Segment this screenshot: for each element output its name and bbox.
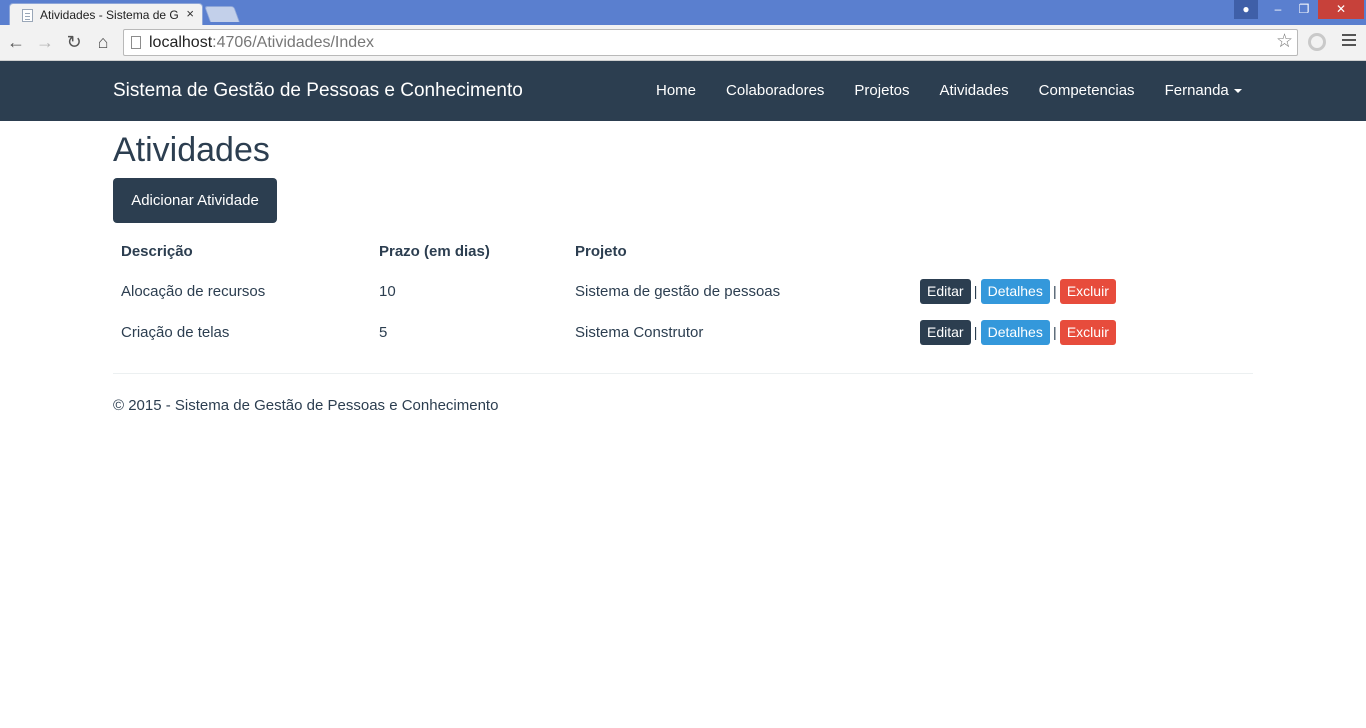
browser-tab[interactable]: Atividades - Sistema de G × xyxy=(9,3,203,25)
footer-text: © 2015 - Sistema de Gestão de Pessoas e … xyxy=(113,397,499,414)
restore-icon[interactable]: ❐ xyxy=(1292,0,1316,19)
details-button[interactable]: Detalhes xyxy=(980,320,1050,345)
back-arrow-icon[interactable]: ← xyxy=(6,32,26,52)
cell-actions: Editar | Detalhes | Excluir xyxy=(912,312,1253,353)
profile-icon[interactable]: ● xyxy=(1234,0,1258,19)
cell-prazo: 5 xyxy=(379,324,388,341)
bookmark-star-icon[interactable]: ☆ xyxy=(1276,31,1293,53)
extension-icon[interactable] xyxy=(1308,33,1326,51)
site-navbar: Sistema de Gestão de Pessoas e Conhecime… xyxy=(0,61,1366,121)
nav-item-colaboradores[interactable]: Colaboradores xyxy=(711,61,839,121)
close-window-icon[interactable]: ✕ xyxy=(1318,0,1364,19)
action-separator: | xyxy=(1053,283,1057,299)
user-dropdown[interactable]: Fernanda xyxy=(1150,61,1257,121)
forward-arrow-icon[interactable]: → xyxy=(35,32,55,52)
table-header-row: Descrição Prazo (em dias) Projeto xyxy=(113,231,1253,271)
cell-projeto: Sistema Construtor xyxy=(575,324,704,341)
url-path: :4706/Atividades/Index xyxy=(212,34,375,51)
cell-prazo: 10 xyxy=(379,283,396,300)
delete-button[interactable]: Excluir xyxy=(1059,279,1116,304)
url-host: localhost xyxy=(149,34,213,51)
action-separator: | xyxy=(973,324,978,340)
reload-icon[interactable]: ↻ xyxy=(64,32,84,52)
browser-menu-icon[interactable] xyxy=(1342,34,1356,46)
details-button[interactable]: Detalhes xyxy=(980,279,1050,304)
tab-close-icon[interactable]: × xyxy=(186,6,194,22)
address-bar[interactable]: localhost:4706/Atividades/Index ☆ xyxy=(123,29,1298,56)
action-separator: | xyxy=(973,283,978,299)
browser-titlebar: Atividades - Sistema de G × ● – ❐ ✕ xyxy=(0,0,1366,25)
header-prazo: Prazo (em dias) xyxy=(379,242,490,260)
cell-descricao: Criação de telas xyxy=(121,324,230,341)
nav-menu: Home Colaboradores Projetos Atividades C… xyxy=(641,61,1257,121)
url-text[interactable]: localhost:4706/Atividades/Index xyxy=(149,34,374,52)
nav-item-home[interactable]: Home xyxy=(641,61,711,121)
cell-actions: Editar | Detalhes | Excluir xyxy=(912,271,1253,312)
table-row: Alocação de recursos 10 Sistema de gestã… xyxy=(113,271,1253,312)
minimize-icon[interactable]: – xyxy=(1266,0,1290,19)
action-separator: | xyxy=(1053,324,1057,340)
delete-button[interactable]: Excluir xyxy=(1059,320,1116,345)
edit-button[interactable]: Editar xyxy=(920,279,971,304)
new-tab-button[interactable] xyxy=(204,6,240,22)
caret-down-icon xyxy=(1233,89,1242,94)
nav-item-competencias[interactable]: Competencias xyxy=(1024,61,1150,121)
user-name: Fernanda xyxy=(1164,82,1229,99)
edit-button[interactable]: Editar xyxy=(920,320,971,345)
brand-link[interactable]: Sistema de Gestão de Pessoas e Conhecime… xyxy=(113,80,523,102)
add-activity-button[interactable]: Adicionar Atividade xyxy=(113,178,277,223)
nav-item-atividades[interactable]: Atividades xyxy=(924,61,1023,121)
footer-divider xyxy=(113,373,1253,374)
header-descricao: Descrição xyxy=(121,242,193,260)
page-icon xyxy=(131,36,141,49)
browser-toolbar: ← → ↻ ⌂ localhost:4706/Atividades/Index … xyxy=(0,25,1366,61)
cell-projeto: Sistema de gestão de pessoas xyxy=(575,283,781,300)
activities-table: Descrição Prazo (em dias) Projeto Alocaç… xyxy=(113,231,1253,353)
table-row: Criação de telas 5 Sistema Construtor Ed… xyxy=(113,312,1253,353)
home-icon[interactable]: ⌂ xyxy=(93,32,113,52)
nav-item-projetos[interactable]: Projetos xyxy=(839,61,924,121)
tab-title: Atividades - Sistema de G xyxy=(40,8,179,22)
header-actions xyxy=(912,231,1253,271)
header-projeto: Projeto xyxy=(575,242,627,260)
cell-descricao: Alocação de recursos xyxy=(121,283,266,300)
page-favicon-icon xyxy=(22,9,33,22)
page-title: Atividades xyxy=(113,131,270,169)
